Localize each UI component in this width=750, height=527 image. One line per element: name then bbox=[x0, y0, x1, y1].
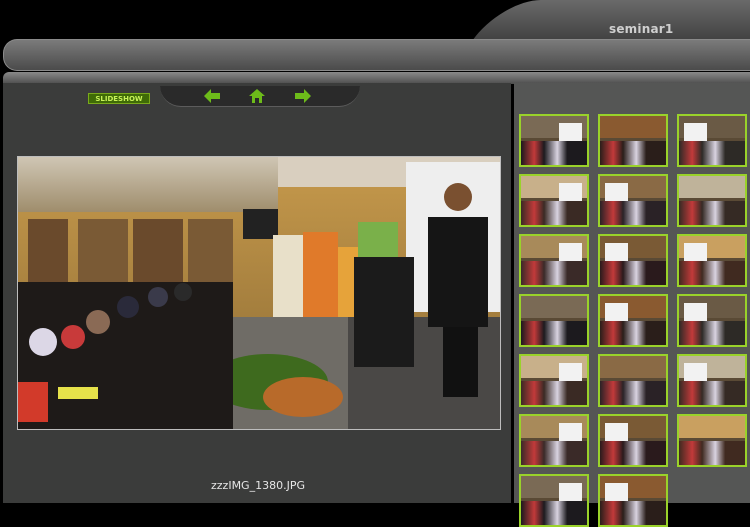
thumbnail[interactable] bbox=[598, 474, 668, 527]
thumbnail[interactable] bbox=[598, 234, 668, 287]
thumbnail[interactable] bbox=[598, 354, 668, 407]
thumbnail[interactable] bbox=[677, 174, 747, 227]
thumbnail[interactable] bbox=[519, 354, 589, 407]
thumbnail[interactable] bbox=[677, 354, 747, 407]
image-filename: zzzIMG_1380.JPG bbox=[211, 479, 305, 492]
thumbnail[interactable] bbox=[519, 414, 589, 467]
thumbnail[interactable] bbox=[598, 174, 668, 227]
arrow-left-icon[interactable] bbox=[203, 88, 221, 104]
slideshow-button[interactable]: SLIDESHOW bbox=[88, 93, 150, 104]
header-bar bbox=[3, 39, 750, 71]
thumbnail[interactable] bbox=[519, 294, 589, 347]
thumbnail[interactable] bbox=[519, 114, 589, 167]
thumbnail[interactable] bbox=[598, 414, 668, 467]
thumbnail[interactable] bbox=[677, 234, 747, 287]
thumbnail[interactable] bbox=[677, 294, 747, 347]
thumbnail[interactable] bbox=[519, 174, 589, 227]
thumbnail[interactable] bbox=[677, 114, 747, 167]
main-photo[interactable] bbox=[17, 156, 501, 430]
thumbnail[interactable] bbox=[598, 294, 668, 347]
thumbnail[interactable] bbox=[598, 114, 668, 167]
main-photo-image bbox=[18, 157, 500, 429]
home-icon[interactable] bbox=[248, 88, 266, 104]
thumbnail[interactable] bbox=[519, 474, 589, 527]
thumbnail[interactable] bbox=[677, 414, 747, 467]
gallery-title: seminar1 bbox=[609, 22, 674, 36]
thumbnail[interactable] bbox=[519, 234, 589, 287]
arrow-right-icon[interactable] bbox=[294, 88, 312, 104]
